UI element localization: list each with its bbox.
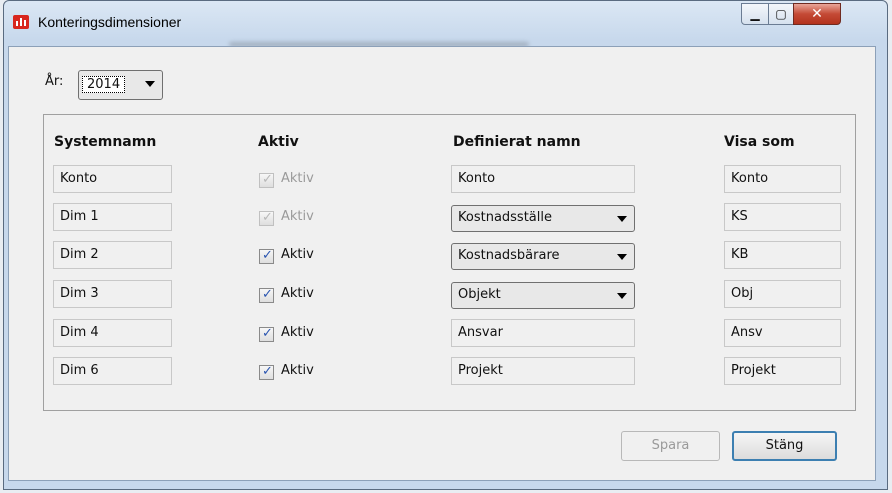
system-name-value: Dim 2 xyxy=(60,247,99,262)
active-label: Aktiv xyxy=(281,209,314,224)
show-as-field[interactable]: Konto xyxy=(724,165,841,193)
show-as-value: KS xyxy=(731,209,748,224)
show-as-field[interactable]: Obj xyxy=(724,280,841,308)
checkmark-icon: ✓ xyxy=(262,172,273,187)
defined-name-dropdown[interactable]: Kostnadsbärare xyxy=(451,243,635,270)
chevron-down-icon xyxy=(617,216,627,222)
system-name-value: Dim 6 xyxy=(60,363,99,378)
system-name-value: Dim 3 xyxy=(60,286,99,301)
defined-name-value: Kostnadsbärare xyxy=(458,248,560,263)
minimize-button[interactable]: ▁ xyxy=(741,3,769,25)
show-as-field[interactable]: KB xyxy=(724,241,841,269)
defined-name-field[interactable]: Konto xyxy=(451,165,635,193)
active-checkbox: ✓ xyxy=(259,172,274,188)
active-checkbox[interactable]: ✓ xyxy=(259,326,274,342)
system-name-field: Dim 3 xyxy=(53,280,172,308)
defined-name-value: Konto xyxy=(458,171,496,186)
active-checkbox[interactable]: ✓ xyxy=(259,248,274,264)
active-checkbox[interactable]: ✓ xyxy=(259,287,274,303)
header-systemnamn: Systemnamn xyxy=(54,134,157,150)
defined-name-value: Ansvar xyxy=(458,325,503,340)
defined-name-value: Projekt xyxy=(458,363,503,378)
window-title: Konteringsdimensioner xyxy=(38,14,182,30)
defined-name-value: Objekt xyxy=(458,287,501,302)
system-name-value: Konto xyxy=(60,171,98,186)
close-button[interactable]: Stäng xyxy=(732,431,837,461)
header-aktiv: Aktiv xyxy=(258,134,299,150)
header-visa-som: Visa som xyxy=(724,134,795,150)
active-label: Aktiv xyxy=(281,247,314,262)
active-label: Aktiv xyxy=(281,325,314,340)
close-window-button[interactable]: ✕ xyxy=(793,3,841,25)
system-name-value: Dim 4 xyxy=(60,325,99,340)
checkmark-icon: ✓ xyxy=(262,287,273,302)
maximize-button[interactable]: ▢ xyxy=(768,3,794,25)
app-logo-icon xyxy=(13,15,29,29)
year-dropdown[interactable]: 2014 xyxy=(78,70,163,100)
checkmark-icon: ✓ xyxy=(262,248,273,263)
checkmark-icon: ✓ xyxy=(262,326,273,341)
defined-name-dropdown[interactable]: Kostnadsställe xyxy=(451,205,635,232)
show-as-value: Projekt xyxy=(731,363,776,378)
title-bar[interactable]: Konteringsdimensioner ▁ ▢ ✕ xyxy=(4,1,887,47)
show-as-field[interactable]: Ansv xyxy=(724,319,841,347)
active-label: Aktiv xyxy=(281,171,314,186)
active-checkbox: ✓ xyxy=(259,210,274,226)
chevron-down-icon xyxy=(617,293,627,299)
defined-name-field[interactable]: Projekt xyxy=(451,357,635,385)
year-value: 2014 xyxy=(82,76,126,93)
chevron-down-icon xyxy=(617,254,627,260)
show-as-value: Obj xyxy=(731,286,754,301)
active-label: Aktiv xyxy=(281,363,314,378)
close-icon: ✕ xyxy=(811,6,823,22)
defined-name-dropdown[interactable]: Objekt xyxy=(451,282,635,309)
show-as-field[interactable]: Projekt xyxy=(724,357,841,385)
show-as-value: Ansv xyxy=(731,325,763,340)
show-as-field[interactable]: KS xyxy=(724,203,841,231)
defined-name-value: Kostnadsställe xyxy=(458,210,552,225)
year-label: År: xyxy=(45,74,64,89)
system-name-field: Dim 1 xyxy=(53,203,172,231)
system-name-field: Dim 4 xyxy=(53,319,172,347)
active-label: Aktiv xyxy=(281,286,314,301)
system-name-value: Dim 1 xyxy=(60,209,99,224)
active-checkbox[interactable]: ✓ xyxy=(259,364,274,380)
show-as-value: Konto xyxy=(731,171,769,186)
chevron-down-icon xyxy=(145,81,155,87)
show-as-value: KB xyxy=(731,247,749,262)
system-name-field: Dim 6 xyxy=(53,357,172,385)
maximize-icon: ▢ xyxy=(775,7,787,21)
checkmark-icon: ✓ xyxy=(262,210,273,225)
save-button[interactable]: Spara xyxy=(621,431,720,461)
system-name-field: Konto xyxy=(53,165,172,193)
header-definierat-namn: Definierat namn xyxy=(453,134,581,150)
defined-name-field[interactable]: Ansvar xyxy=(451,319,635,347)
checkmark-icon: ✓ xyxy=(262,364,273,379)
system-name-field: Dim 2 xyxy=(53,241,172,269)
minimize-icon: ▁ xyxy=(750,7,760,21)
